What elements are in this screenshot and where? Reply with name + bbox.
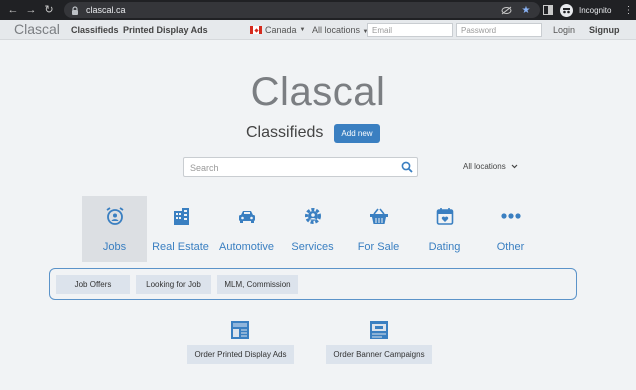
reload-icon[interactable]: ↻ <box>42 3 56 17</box>
add-new-button[interactable]: Add new <box>334 124 380 143</box>
login-link[interactable]: Login <box>553 25 575 35</box>
location-select[interactable]: All locations <box>463 162 518 171</box>
bookmark-star-icon[interactable]: ★ <box>520 4 532 16</box>
category-label: Automotive <box>218 241 275 253</box>
category-other[interactable]: Other <box>478 196 543 262</box>
search-icon[interactable] <box>401 161 413 173</box>
location-select-label: All locations <box>463 162 506 171</box>
chevron-down-icon: ▼ <box>299 27 306 33</box>
dots-icon <box>500 206 521 226</box>
hero-title: Clascal <box>250 70 386 114</box>
category-automotive[interactable]: Automotive <box>214 196 279 262</box>
url-text: clascal.ca <box>86 5 126 15</box>
forward-arrow-icon[interactable]: → <box>24 3 38 17</box>
category-label: Dating <box>428 241 461 253</box>
search-bar <box>183 157 418 177</box>
chevron-down-icon <box>511 164 518 169</box>
newspaper-icon <box>231 321 249 339</box>
search-input[interactable] <box>184 159 394 177</box>
subcategory-looking-for-job[interactable]: Looking for Job <box>136 275 211 294</box>
alarm-user-icon <box>105 206 125 226</box>
category-real-estate[interactable]: Real Estate <box>148 196 213 262</box>
incognito-icon[interactable] <box>560 3 573 17</box>
order-banner-campaigns-button[interactable]: Order Banner Campaigns <box>326 345 432 364</box>
canada-flag-icon <box>250 26 262 34</box>
car-icon <box>237 206 257 226</box>
locations-select[interactable]: All locations ▼ <box>312 25 369 35</box>
browser-menu-icon[interactable]: ⋮ <box>623 5 633 16</box>
nav-link-classifieds[interactable]: Classifieds <box>71 25 119 35</box>
buildings-icon <box>171 206 191 226</box>
side-panel-icon[interactable] <box>542 4 554 16</box>
incognito-label: Incognito <box>579 5 612 15</box>
calendar-heart-icon <box>435 206 455 226</box>
nav-link-printed-display-ads[interactable]: Printed Display Ads <box>123 25 208 35</box>
address-bar[interactable]: clascal.ca ★ <box>64 2 540 18</box>
category-label: Real Estate <box>152 241 209 253</box>
subcategory-mlm-commission[interactable]: MLM, Commission <box>217 275 298 294</box>
basket-icon <box>369 206 389 226</box>
category-label: Jobs <box>102 241 127 253</box>
signup-link[interactable]: Signup <box>589 25 620 35</box>
banner-ad-icon <box>370 321 388 339</box>
email-field[interactable] <box>367 23 453 37</box>
browser-toolbar: ← → ↻ clascal.ca ★ Incognito ⋮ <box>0 0 636 20</box>
password-field[interactable] <box>456 23 542 37</box>
category-label: Other <box>496 241 525 253</box>
category-dating[interactable]: Dating <box>412 196 477 262</box>
locations-label: All locations <box>312 25 361 35</box>
site-logo[interactable]: Clascal <box>14 21 60 37</box>
category-jobs[interactable]: Jobs <box>82 196 147 262</box>
lock-icon <box>70 5 80 15</box>
site-header: Clascal Classifieds Printed Display Ads … <box>0 20 636 40</box>
subcategory-job-offers[interactable]: Job Offers <box>56 275 130 294</box>
category-label: Services <box>291 241 334 253</box>
category-services[interactable]: Services <box>280 196 345 262</box>
back-arrow-icon[interactable]: ← <box>6 3 20 17</box>
category-label: For Sale <box>357 241 400 253</box>
page-subtitle: Classifieds <box>246 124 324 141</box>
gear-user-icon <box>303 206 323 226</box>
country-select[interactable]: Canada ▼ <box>250 25 305 35</box>
subcategory-panel: Job Offers Looking for Job MLM, Commissi… <box>49 268 577 300</box>
category-for-sale[interactable]: For Sale <box>346 196 411 262</box>
country-label: Canada <box>265 25 297 35</box>
order-printed-ads-button[interactable]: Order Printed Display Ads <box>187 345 294 364</box>
eye-off-icon[interactable] <box>500 4 512 16</box>
